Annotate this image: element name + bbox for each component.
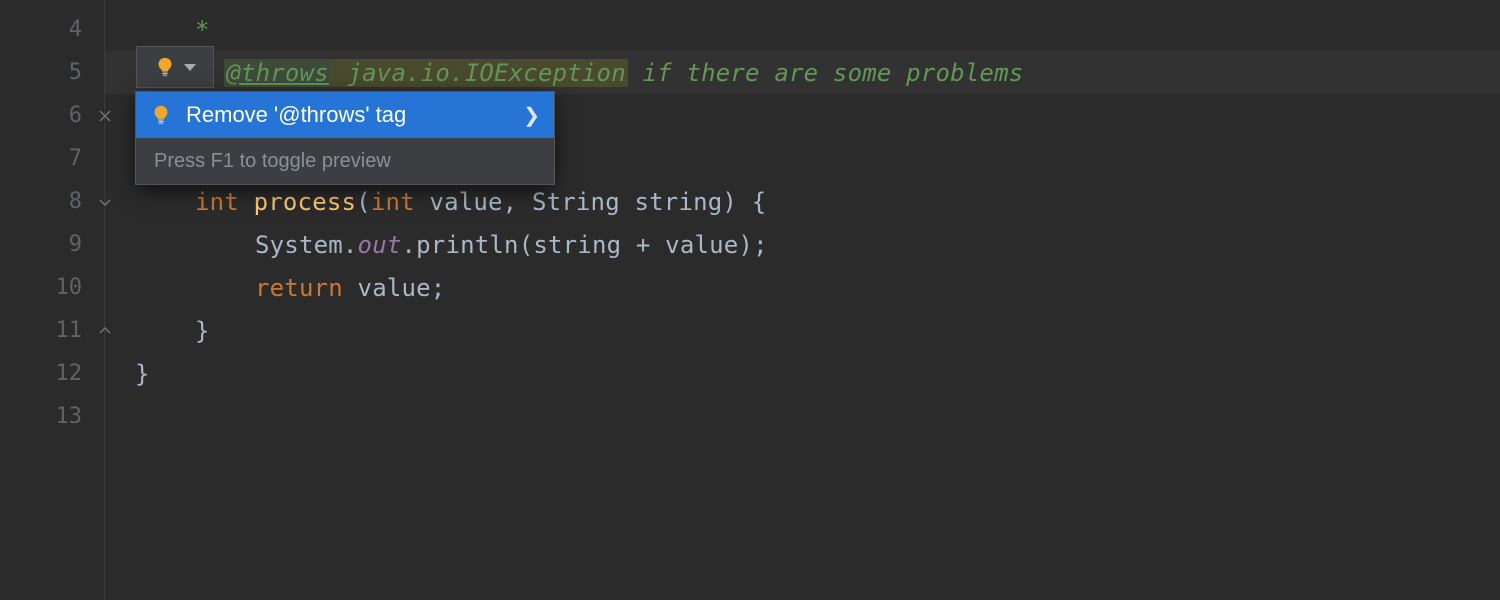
chevron-down-icon xyxy=(184,64,196,71)
code-text: } xyxy=(195,317,210,345)
bulb-icon xyxy=(154,56,176,78)
code-line-current[interactable]: * @throws java.io.IOException if there a… xyxy=(105,51,1500,94)
line-number[interactable]: 12 xyxy=(0,352,104,395)
javadoc-text: * xyxy=(195,16,210,44)
keyword: return xyxy=(255,274,343,302)
code-text: System. xyxy=(255,231,358,259)
intention-hint: Press F1 to toggle preview xyxy=(136,138,554,184)
code-line[interactable]: int process ( int value, String string) … xyxy=(105,180,1500,223)
method-name: process xyxy=(239,188,356,216)
line-number[interactable]: 10 xyxy=(0,266,104,309)
keyword: int xyxy=(371,188,415,216)
intention-bulb-button[interactable] xyxy=(136,46,214,88)
intention-action-label: Remove '@throws' tag xyxy=(186,102,406,128)
line-number[interactable]: 9 xyxy=(0,223,104,266)
chevron-right-icon: ❯ xyxy=(523,103,540,128)
code-area[interactable]: * * @throws java.io.IOException if there… xyxy=(105,0,1500,600)
intention-action-remove-throws[interactable]: Remove '@throws' tag ❯ xyxy=(136,92,554,138)
code-editor: 4 5 6 7 8 9 10 11 12 13 * xyxy=(0,0,1500,600)
code-line[interactable]: return value; xyxy=(105,266,1500,309)
line-number[interactable]: 13 xyxy=(0,395,104,438)
code-text: } xyxy=(135,360,150,388)
line-number[interactable]: 5 xyxy=(0,51,104,94)
gutter: 4 5 6 7 8 9 10 11 12 13 xyxy=(0,0,105,600)
line-number[interactable]: 7 xyxy=(0,137,104,180)
intention-popup: Remove '@throws' tag ❯ Press F1 to toggl… xyxy=(135,91,555,185)
line-number[interactable]: 6 xyxy=(0,94,104,137)
code-text: value, String string) { xyxy=(415,188,767,216)
line-number[interactable]: 4 xyxy=(0,8,104,51)
javadoc-type: java.io.IOException xyxy=(331,59,628,87)
code-line[interactable]: } xyxy=(105,309,1500,352)
code-line[interactable]: } xyxy=(105,352,1500,395)
code-text: ( xyxy=(356,188,371,216)
field-ref: out xyxy=(358,231,402,259)
code-text: .println(string + value); xyxy=(402,231,768,259)
line-number[interactable]: 8 xyxy=(0,180,104,223)
javadoc-text: if there are some problems xyxy=(628,59,1024,87)
keyword: int xyxy=(195,188,239,216)
line-number[interactable]: 11 xyxy=(0,309,104,352)
javadoc-tag-throws[interactable]: @throws xyxy=(224,59,331,87)
code-line[interactable]: System. out .println(string + value); xyxy=(105,223,1500,266)
code-line[interactable] xyxy=(105,395,1500,438)
code-line[interactable]: * xyxy=(105,8,1500,51)
bulb-icon xyxy=(150,104,172,126)
code-text: value; xyxy=(343,274,446,302)
